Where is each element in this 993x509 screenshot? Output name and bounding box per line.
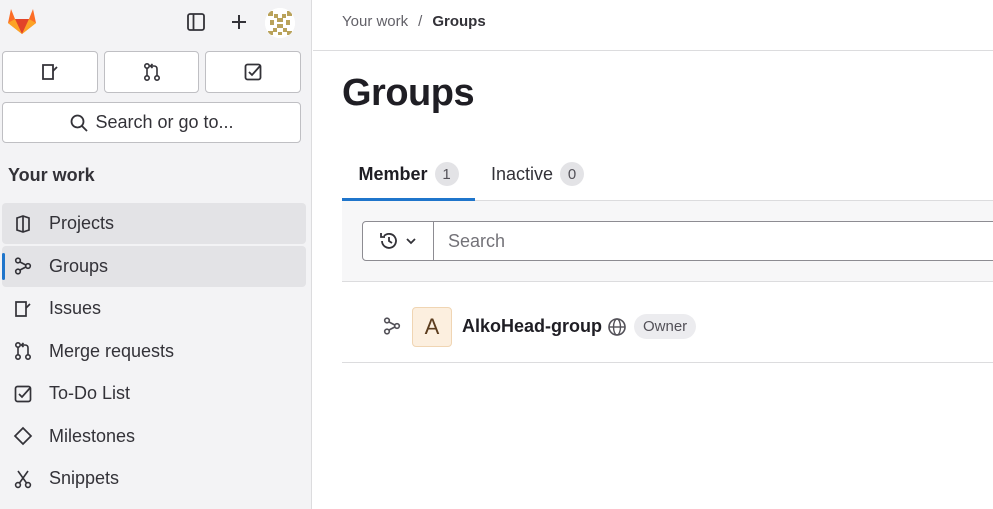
sidebar-item-label: Milestones (49, 425, 136, 446)
sidebar-header (0, 0, 311, 44)
merge-request-icon (143, 62, 160, 82)
todo-list-button[interactable] (205, 51, 302, 93)
tab-label: Member (358, 163, 428, 184)
sidebar-section-title: Your work (8, 165, 95, 185)
search-icon (71, 114, 89, 132)
sidebar-item-issues[interactable]: Issues (2, 288, 306, 329)
breadcrumb-current[interactable]: Groups (432, 13, 485, 30)
group-icon (12, 255, 34, 277)
milestone-icon (12, 425, 34, 447)
gitlab-logo-icon[interactable] (6, 6, 38, 36)
search-or-go-to-button[interactable]: Search or go to... (2, 102, 301, 143)
filter-bar (342, 201, 993, 282)
issues-icon (12, 298, 34, 320)
sidebar-item-label: Issues (49, 298, 102, 318)
recent-searches-dropdown[interactable] (362, 221, 434, 261)
group-tabs: Member 1 Inactive 0 (342, 148, 993, 201)
tab-inactive[interactable]: Inactive 0 (491, 148, 585, 200)
sidebar-item-todo-list[interactable]: To-Do List (2, 373, 306, 414)
sidebar-item-merge-requests[interactable]: Merge requests (2, 331, 306, 372)
breadcrumb-parent-link[interactable]: Your work (342, 13, 408, 30)
history-icon (380, 233, 397, 249)
search-input[interactable] (433, 221, 993, 261)
group-name-link[interactable]: AlkoHead-group (462, 316, 602, 337)
assigned-issues-button[interactable] (2, 51, 98, 93)
merge-requests-button[interactable] (103, 51, 200, 93)
todo-icon (244, 63, 262, 81)
sidebar-toggle-icon (187, 13, 205, 31)
group-avatar[interactable]: A (412, 307, 452, 347)
tab-label: Inactive (491, 163, 554, 184)
project-icon (12, 213, 34, 235)
main-content: Your work / Groups Groups Member 1 Inact… (313, 0, 993, 509)
plus-icon (232, 15, 246, 29)
globe-icon (607, 317, 627, 337)
chevron-down-icon (406, 238, 416, 245)
issues-icon (41, 64, 58, 80)
sidebar-item-label: Groups (49, 255, 109, 276)
list-item: A AlkoHead-group Owner (342, 283, 993, 363)
sidebar-item-label: Merge requests (49, 340, 175, 361)
tab-member[interactable]: Member 1 (342, 148, 475, 201)
search-button-label: Search or go to... (95, 112, 234, 132)
sidebar-nav: Projects Groups Issues Merge requests To… (0, 203, 311, 501)
toggle-sidebar-button[interactable] (182, 8, 210, 36)
create-new-button[interactable] (225, 8, 253, 36)
header-divider (313, 50, 993, 51)
breadcrumb-separator: / (418, 13, 423, 30)
sidebar: Search or go to... Your work Projects Gr… (0, 0, 312, 509)
sidebar-item-label: Snippets (49, 468, 120, 488)
page-title: Groups (342, 72, 475, 114)
tab-count-badge: 0 (560, 162, 585, 186)
sidebar-item-snippets[interactable]: Snippets (2, 458, 306, 499)
sidebar-item-label: To-Do List (49, 383, 131, 403)
merge-request-icon (12, 340, 34, 362)
sidebar-item-groups[interactable]: Groups (2, 245, 306, 287)
quick-actions (2, 51, 302, 93)
group-icon (382, 316, 402, 336)
todo-icon (12, 383, 34, 405)
sidebar-item-projects[interactable]: Projects (2, 203, 306, 244)
sidebar-item-label: Projects (49, 213, 115, 233)
tab-count-badge: 1 (434, 162, 459, 186)
breadcrumb: Your work / Groups (342, 13, 486, 30)
sidebar-item-milestones[interactable]: Milestones (2, 416, 306, 457)
snippet-icon (12, 468, 34, 490)
user-avatar[interactable] (265, 8, 295, 38)
role-badge: Owner (634, 314, 697, 339)
